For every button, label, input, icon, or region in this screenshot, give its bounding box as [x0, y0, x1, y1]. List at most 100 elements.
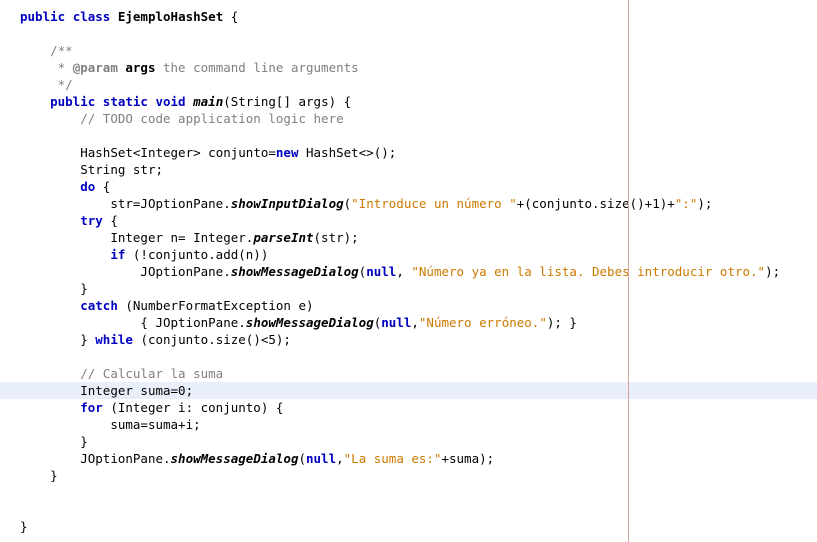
- code-line: */: [0, 76, 817, 93]
- keyword-for: for: [80, 400, 103, 415]
- method-call: showMessageDialog: [246, 315, 374, 330]
- code-line: } while (conjunto.size()<5);: [0, 331, 817, 348]
- blank-line: [0, 127, 817, 144]
- lhs: str=JOptionPane.: [80, 196, 231, 211]
- code-line: /**: [0, 42, 817, 59]
- brace: {: [223, 9, 238, 24]
- lhs: Integer n= Integer.: [80, 230, 253, 245]
- class-name: EjemploHashSet: [118, 9, 223, 24]
- code-line: catch (NumberFormatException e): [0, 297, 817, 314]
- keyword-static: static: [103, 94, 148, 109]
- keyword-public: public: [50, 94, 95, 109]
- string-literal: ":": [675, 196, 698, 211]
- string-literal: "Número erróneo.": [419, 315, 547, 330]
- code-line: JOptionPane.showMessageDialog(null, "Núm…: [0, 263, 817, 280]
- javadoc-tag: @param: [73, 60, 118, 75]
- code-line: // Calcular la suma: [0, 365, 817, 382]
- code-line: * @param args the command line arguments: [0, 59, 817, 76]
- code-line-highlighted: Integer suma=0;: [0, 382, 817, 399]
- keyword-catch: catch: [80, 298, 118, 313]
- keyword-class: class: [73, 9, 111, 24]
- keyword-null: null: [306, 451, 336, 466]
- close-brace: }: [80, 281, 88, 296]
- blank-line: [0, 348, 817, 365]
- keyword-void: void: [155, 94, 185, 109]
- brace: {: [95, 179, 110, 194]
- code-line: }: [0, 280, 817, 297]
- string-literal: "Introduce un número ": [351, 196, 517, 211]
- close: }: [80, 332, 95, 347]
- method-name: main: [193, 94, 223, 109]
- method-call: showInputDialog: [231, 196, 344, 211]
- comma: ,: [396, 264, 411, 279]
- end: );: [697, 196, 712, 211]
- javadoc-open: /**: [50, 43, 73, 58]
- code-line: JOptionPane.showMessageDialog(null,"La s…: [0, 450, 817, 467]
- keyword-try: try: [80, 213, 103, 228]
- method-call: parseInt: [253, 230, 313, 245]
- string-decl: String str;: [80, 162, 163, 177]
- code-line: Integer n= Integer.parseInt(str);: [0, 229, 817, 246]
- code-line: str=JOptionPane.showInputDialog("Introdu…: [0, 195, 817, 212]
- code-editor[interactable]: public class EjemploHashSet { /** * @par…: [0, 0, 817, 535]
- method-params: (String[] args) {: [223, 94, 351, 109]
- keyword-do: do: [80, 179, 95, 194]
- paren: (: [298, 451, 306, 466]
- keyword-if: if: [110, 247, 125, 262]
- blank-line: [0, 25, 817, 42]
- code-line: }: [0, 433, 817, 450]
- suma-decl: Integer suma=0;: [80, 383, 193, 398]
- code-line: public static void main(String[] args) {: [0, 93, 817, 110]
- open: { JOptionPane.: [80, 315, 246, 330]
- end: ); }: [547, 315, 577, 330]
- type: HashSet<Integer>: [80, 145, 200, 160]
- brace: {: [103, 213, 118, 228]
- lhs: JOptionPane.: [80, 264, 231, 279]
- code-line: try {: [0, 212, 817, 229]
- code-line: do {: [0, 178, 817, 195]
- keyword-null: null: [366, 264, 396, 279]
- code-line: for (Integer i: conjunto) {: [0, 399, 817, 416]
- close-brace: }: [80, 434, 88, 449]
- javadoc-close: */: [50, 77, 73, 92]
- close-brace: }: [50, 468, 58, 483]
- code-line: HashSet<Integer> conjunto=new HashSet<>(…: [0, 144, 817, 161]
- end: );: [765, 264, 780, 279]
- for-params: (Integer i: conjunto) {: [103, 400, 284, 415]
- code-line: // TODO code application logic here: [0, 110, 817, 127]
- code-line: if (!conjunto.add(n)): [0, 246, 817, 263]
- string-literal: "La suma es:": [344, 451, 442, 466]
- end: +suma);: [441, 451, 494, 466]
- comma: ,: [411, 315, 419, 330]
- var: conjunto=: [201, 145, 276, 160]
- for-body: suma=suma+i;: [80, 417, 200, 432]
- close-brace: }: [20, 519, 28, 534]
- end: (str);: [314, 230, 359, 245]
- string-literal: "Número ya en la lista. Debes introducir…: [411, 264, 765, 279]
- code-line: { JOptionPane.showMessageDialog(null,"Nú…: [0, 314, 817, 331]
- comment: // Calcular la suma: [80, 366, 223, 381]
- javadoc-param: args: [118, 60, 156, 75]
- code-line: }: [0, 518, 817, 535]
- condition: (!conjunto.add(n)): [125, 247, 268, 262]
- javadoc-desc: the command line arguments: [155, 60, 358, 75]
- keyword-public: public: [20, 9, 65, 24]
- code-line: suma=suma+i;: [0, 416, 817, 433]
- catch-params: (NumberFormatException e): [118, 298, 314, 313]
- condition: (conjunto.size()<5);: [133, 332, 291, 347]
- keyword-null: null: [381, 315, 411, 330]
- javadoc-line: *: [50, 60, 73, 75]
- comma: ,: [336, 451, 344, 466]
- keyword-while: while: [95, 332, 133, 347]
- blank-line: [0, 484, 817, 501]
- ctor: HashSet<>();: [298, 145, 396, 160]
- concat: +(conjunto.size()+1)+: [517, 196, 675, 211]
- code-line: public class EjemploHashSet {: [0, 8, 817, 25]
- method-call: showMessageDialog: [231, 264, 359, 279]
- keyword-new: new: [276, 145, 299, 160]
- method-call: showMessageDialog: [171, 451, 299, 466]
- comment: // TODO code application logic here: [80, 111, 343, 126]
- code-line: String str;: [0, 161, 817, 178]
- blank-line: [0, 501, 817, 518]
- lhs: JOptionPane.: [80, 451, 170, 466]
